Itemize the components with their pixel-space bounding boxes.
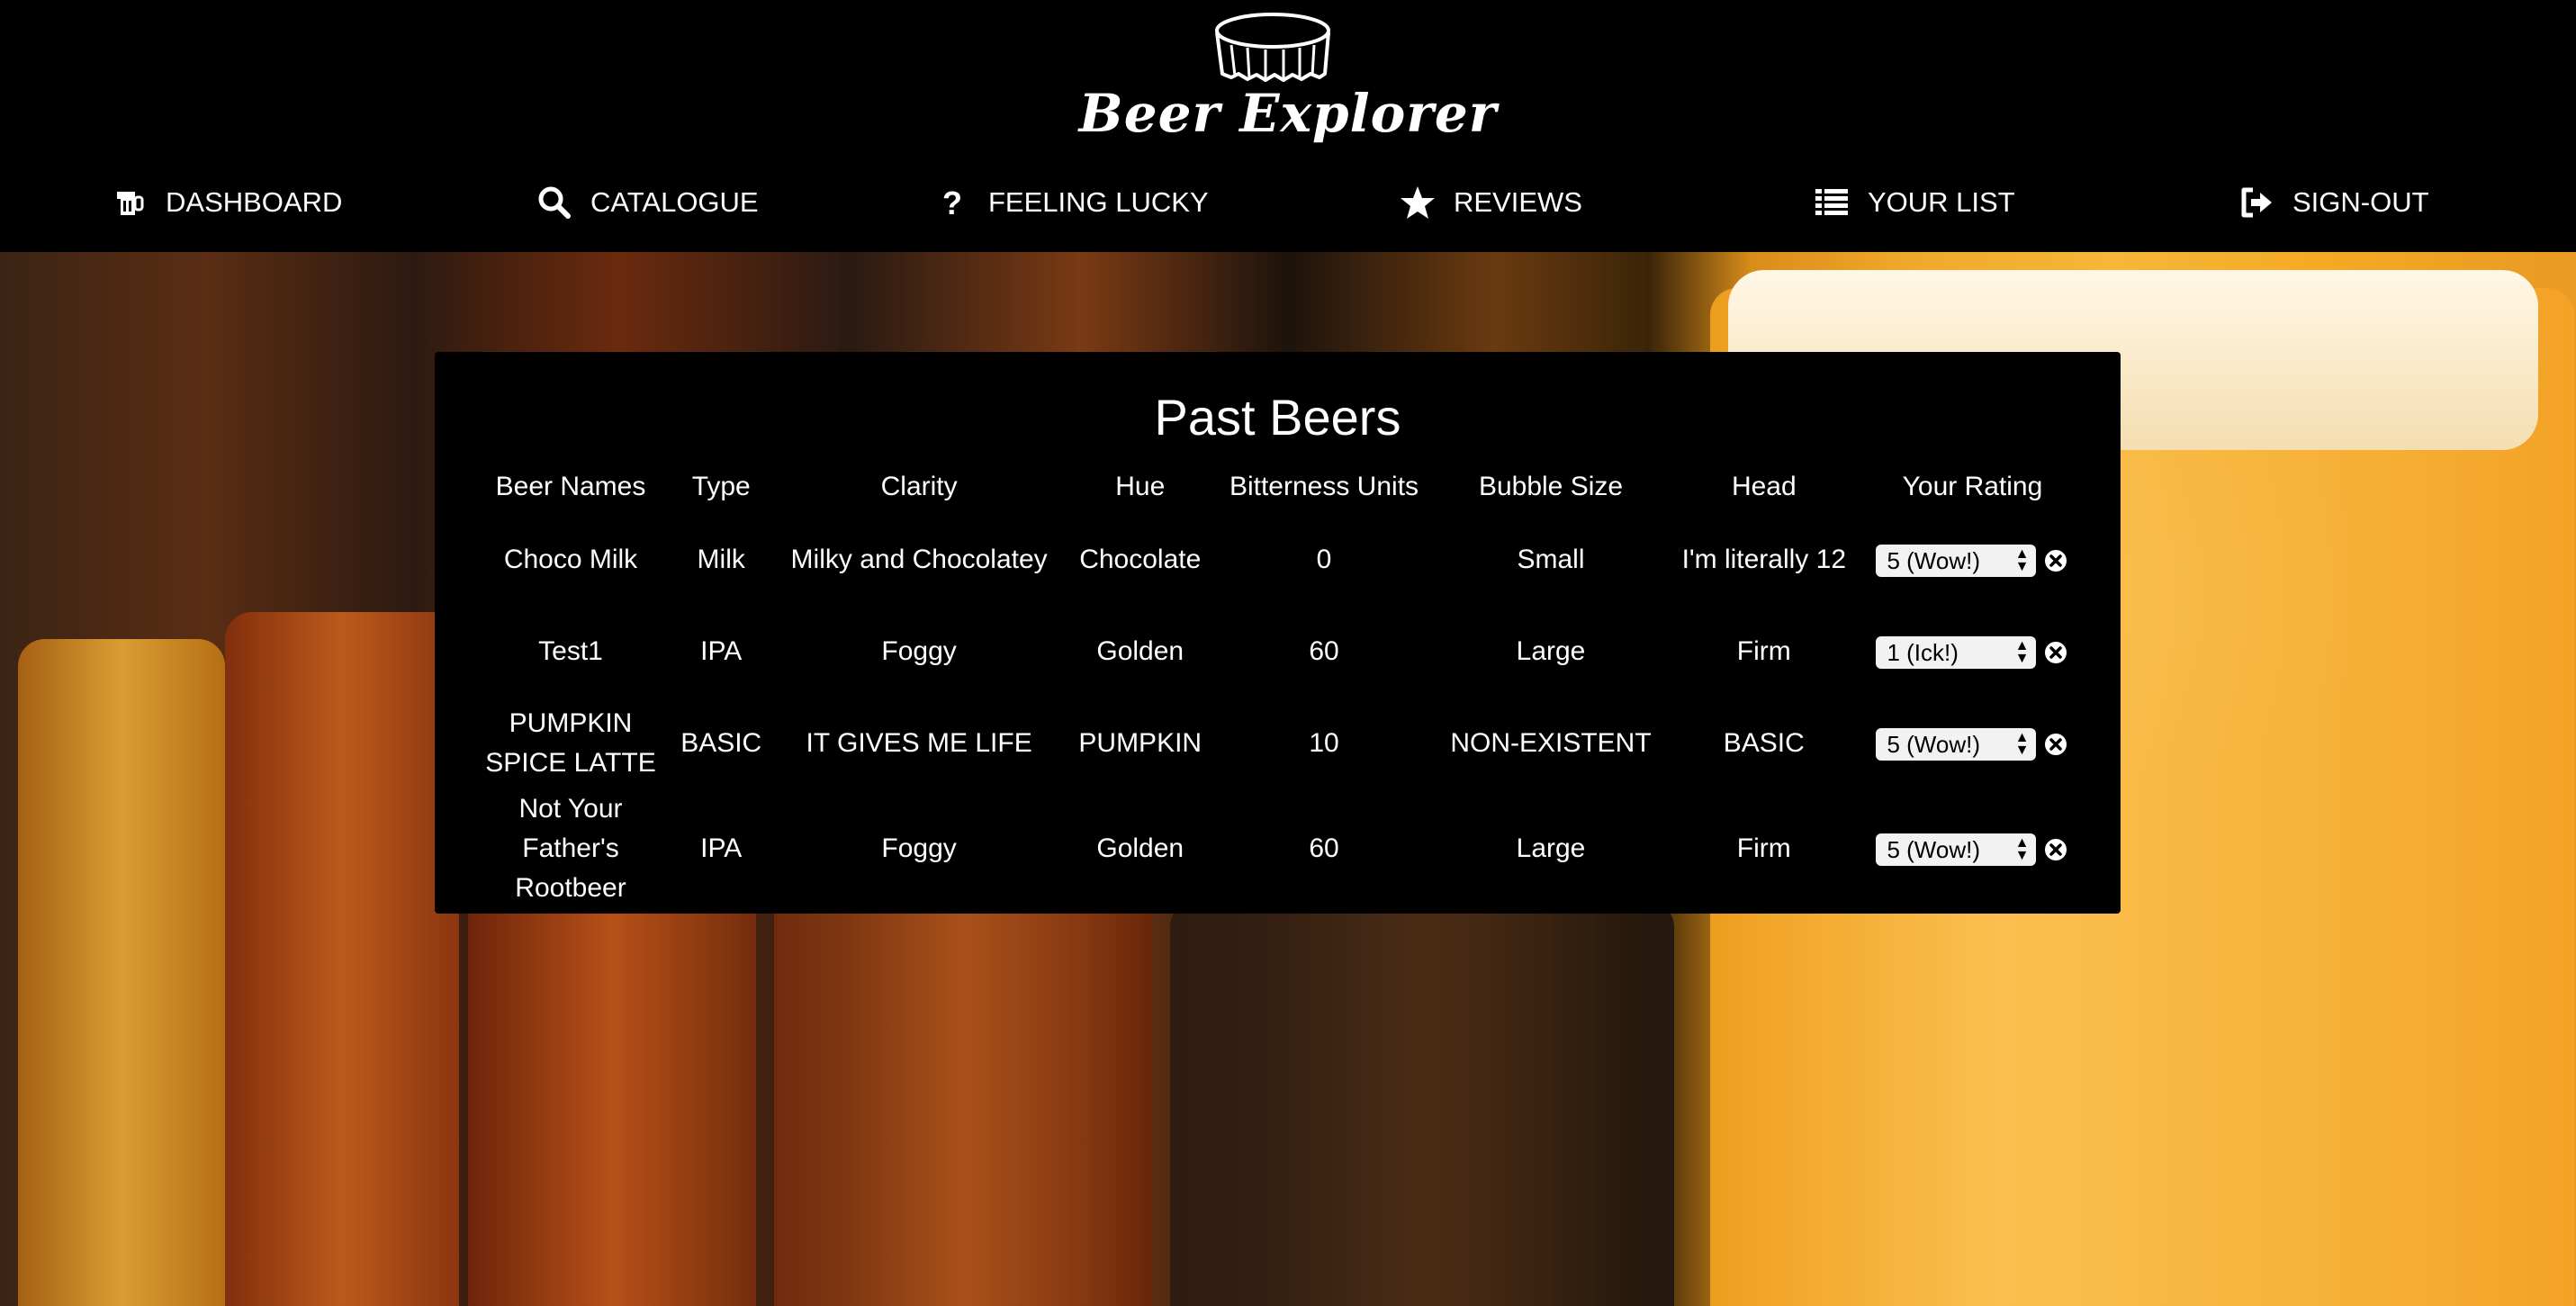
nav-dashboard-label: DASHBOARD [166, 186, 343, 218]
past-beers-panel: Past Beers Beer Names Type Clarity Hue B… [435, 352, 2121, 914]
bitterness-cell: 0 [1316, 545, 1332, 574]
beer-name-cell: PUMPKIN SPICE LATTE [485, 708, 656, 778]
rating-select[interactable]: 5 (Wow!) ▲ ▼ [1876, 545, 2037, 578]
sign-out-icon [2241, 187, 2272, 218]
past-beers-table: Beer Names Type Clarity Hue Bitterness U… [471, 460, 2085, 908]
main-nav: DASHBOARD CATALOGUE ? FEELING LUCKY REVI… [0, 176, 2576, 230]
head-cell: Firm [1736, 833, 1791, 863]
nav-reviews-label: REVIEWS [1454, 186, 1582, 218]
head-cell: I'm literally 12 [1681, 545, 1847, 574]
rating-select-value: 1 (Ick!) [1887, 639, 1959, 667]
column-header: Clarity [880, 472, 958, 501]
table-row: Not Your Father's Rootbeer IPA Foggy Gol… [471, 789, 2085, 908]
nav-your-list[interactable]: YOUR LIST [1814, 176, 2015, 230]
bitterness-cell: 60 [1309, 833, 1339, 863]
column-header: Beer Names [495, 472, 646, 501]
search-icon [538, 186, 571, 219]
nav-reviews[interactable]: REVIEWS [1400, 176, 1582, 230]
nav-sign-out[interactable]: SIGN-OUT [2238, 176, 2429, 230]
table-row: PUMPKIN SPICE LATTE BASIC IT GIVES ME LI… [471, 698, 2085, 789]
table-row: Choco Milk Milk Milky and Chocolatey Cho… [471, 514, 2085, 606]
bubble-size-cell: NON-EXISTENT [1450, 728, 1652, 758]
bubble-size-cell: Small [1517, 545, 1585, 574]
column-header: Bitterness Units [1229, 472, 1419, 501]
top-header: Beer Explorer DASHBOARD CATALOGUE ? FEEL… [0, 0, 2576, 252]
rating-cell: 1 (Ick!) ▲ ▼ [1860, 606, 2085, 698]
list-icon [1815, 189, 1848, 215]
hue-cell: Golden [1096, 636, 1184, 666]
type-cell: Milk [697, 545, 745, 574]
nav-catalogue[interactable]: CATALOGUE [536, 176, 759, 230]
beer-name-cell: Not Your Father's Rootbeer [515, 794, 626, 903]
svg-text:?: ? [942, 185, 962, 221]
bubble-size-cell: Large [1516, 636, 1586, 666]
column-header: Your Rating [1902, 472, 2043, 501]
nav-catalogue-label: CATALOGUE [590, 186, 759, 218]
rating-cell: 5 (Wow!) ▲ ▼ [1860, 514, 2085, 606]
rating-select[interactable]: 5 (Wow!) ▲ ▼ [1876, 728, 2037, 761]
question-icon: ? [942, 185, 962, 221]
type-cell: BASIC [680, 728, 762, 758]
nav-dashboard[interactable]: DASHBOARD [112, 176, 342, 230]
select-arrows-icon: ▲ ▼ [2014, 730, 2030, 759]
clarity-cell: Milky and Chocolatey [790, 545, 1048, 574]
hue-cell: Chocolate [1079, 545, 1202, 574]
hue-cell: Golden [1096, 833, 1184, 863]
rating-select-value: 5 (Wow!) [1887, 731, 1980, 759]
type-cell: IPA [700, 833, 743, 863]
nav-feeling-lucky[interactable]: ? FEELING LUCKY [934, 176, 1209, 230]
rating-cell: 5 (Wow!) ▲ ▼ [1860, 789, 2085, 908]
nav-sign-out-label: SIGN-OUT [2292, 186, 2429, 218]
nav-feeling-lucky-label: FEELING LUCKY [988, 186, 1209, 218]
panel-title: Past Beers [1154, 389, 1401, 446]
star-icon [1401, 186, 1435, 219]
clarity-cell: IT GIVES ME LIFE [806, 728, 1032, 758]
app-logo-text[interactable]: Beer Explorer [0, 83, 2576, 144]
hue-cell: PUMPKIN [1078, 728, 1202, 758]
bitterness-cell: 60 [1309, 636, 1339, 666]
beer-name-cell: Test1 [538, 636, 603, 666]
select-arrows-icon: ▲ ▼ [2014, 638, 2030, 667]
select-arrows-icon: ▲ ▼ [2014, 835, 2030, 864]
head-cell: Firm [1736, 636, 1791, 666]
bitterness-cell: 10 [1309, 728, 1339, 758]
table-header-row: Beer Names Type Clarity Hue Bitterness U… [471, 460, 2085, 514]
rating-select[interactable]: 5 (Wow!) ▲ ▼ [1876, 833, 2037, 867]
rating-select[interactable]: 1 (Ick!) ▲ ▼ [1876, 636, 2037, 670]
beer-mug-icon [117, 192, 144, 215]
clarity-cell: Foggy [881, 833, 957, 863]
rating-cell: 5 (Wow!) ▲ ▼ [1860, 698, 2085, 789]
type-cell: IPA [700, 636, 743, 666]
remove-icon[interactable] [2043, 548, 2068, 573]
column-header: Hue [1115, 472, 1166, 501]
column-header: Head [1731, 472, 1797, 501]
clarity-cell: Foggy [881, 636, 957, 666]
bottle-cap-logo-icon [1215, 13, 1330, 82]
select-arrows-icon: ▲ ▼ [2014, 546, 2030, 575]
rating-select-value: 5 (Wow!) [1887, 547, 1980, 575]
table-row: Test1 IPA Foggy Golden 60 Large Firm 1 (… [471, 606, 2085, 698]
nav-your-list-label: YOUR LIST [1868, 186, 2015, 218]
column-header: Bubble Size [1478, 472, 1624, 501]
remove-icon[interactable] [2043, 732, 2068, 757]
bubble-size-cell: Large [1516, 833, 1586, 863]
beer-name-cell: Choco Milk [503, 545, 638, 574]
rating-select-value: 5 (Wow!) [1887, 836, 1980, 864]
column-header: Type [691, 472, 751, 501]
head-cell: BASIC [1723, 728, 1805, 758]
remove-icon[interactable] [2043, 640, 2068, 665]
remove-icon[interactable] [2043, 837, 2068, 862]
